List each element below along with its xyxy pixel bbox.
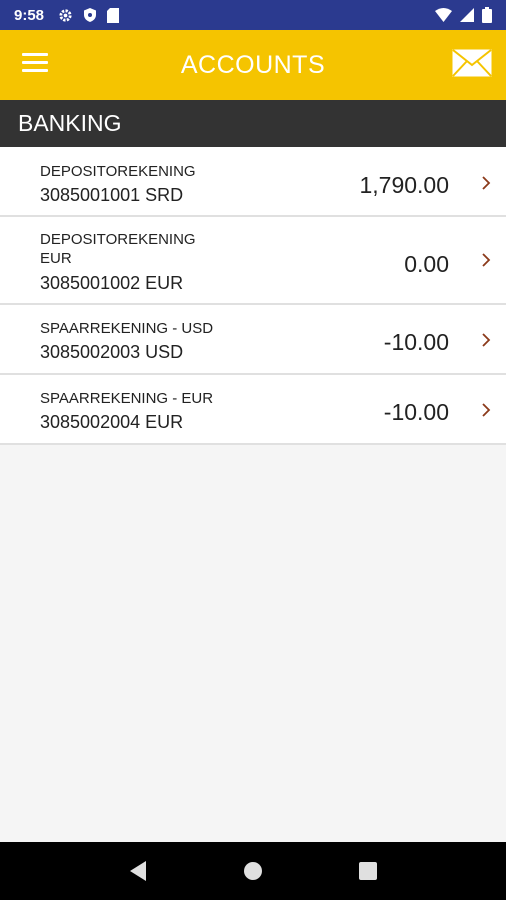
account-list: DEPOSITOREKENING 3085001001 SRD 1,790.00… bbox=[0, 147, 506, 445]
account-number: 3085001002 EUR bbox=[40, 273, 184, 293]
account-name: DEPOSITOREKENING bbox=[40, 163, 196, 180]
account-balance: 1,790.00 bbox=[359, 172, 449, 198]
messages-button[interactable] bbox=[452, 49, 492, 82]
section-title: BANKING bbox=[18, 110, 122, 136]
menu-icon-line bbox=[22, 61, 48, 64]
sd-card-icon bbox=[107, 7, 120, 23]
account-row[interactable]: DEPOSITOREKENING 3085001001 SRD 1,790.00 bbox=[0, 147, 506, 217]
account-row[interactable]: DEPOSITOREKENING EUR 3085001002 EUR 0.00 bbox=[0, 217, 506, 305]
account-name: SPAARREKENING - EUR bbox=[40, 390, 214, 407]
shield-icon bbox=[84, 8, 97, 22]
section-header: BANKING bbox=[0, 100, 506, 147]
account-balance: 0.00 bbox=[404, 251, 449, 277]
mail-icon bbox=[452, 49, 492, 77]
back-button[interactable] bbox=[123, 856, 153, 886]
wifi-icon bbox=[435, 8, 452, 22]
account-balance: -10.00 bbox=[383, 399, 449, 425]
account-row[interactable]: SPAARREKENING - USD 3085002003 USD -10.0… bbox=[0, 305, 506, 375]
account-name: SPAARREKENING - USD bbox=[40, 320, 214, 337]
account-name: DEPOSITOREKENING EUR bbox=[40, 231, 196, 267]
menu-icon-line bbox=[22, 69, 48, 72]
system-nav-bar bbox=[0, 842, 506, 900]
chevron-right-icon bbox=[482, 333, 491, 347]
back-triangle-icon bbox=[129, 861, 146, 881]
menu-icon-line bbox=[22, 53, 48, 56]
account-number: 3085002004 EUR bbox=[40, 412, 184, 432]
recents-button[interactable] bbox=[353, 856, 383, 886]
account-number: 3085001001 SRD bbox=[40, 185, 184, 205]
chevron-right-icon bbox=[482, 253, 491, 267]
account-balance: -10.00 bbox=[383, 329, 449, 355]
chevron-right-icon bbox=[482, 176, 491, 190]
battery-icon bbox=[482, 7, 492, 23]
settings-icon bbox=[59, 8, 72, 22]
menu-button[interactable] bbox=[22, 53, 48, 75]
status-time: 9:58 bbox=[14, 6, 45, 24]
home-button[interactable] bbox=[238, 856, 268, 886]
status-bar: 9:58 bbox=[0, 0, 506, 30]
home-circle-icon bbox=[243, 862, 262, 880]
account-number: 3085002003 USD bbox=[40, 342, 184, 362]
chevron-right-icon bbox=[482, 403, 491, 417]
cell-signal-icon bbox=[460, 8, 474, 22]
recents-square-icon bbox=[359, 862, 378, 880]
app-bar: ACCOUNTS bbox=[0, 30, 506, 100]
page-title: ACCOUNTS bbox=[180, 50, 326, 79]
account-row[interactable]: SPAARREKENING - EUR 3085002004 EUR -10.0… bbox=[0, 375, 506, 445]
